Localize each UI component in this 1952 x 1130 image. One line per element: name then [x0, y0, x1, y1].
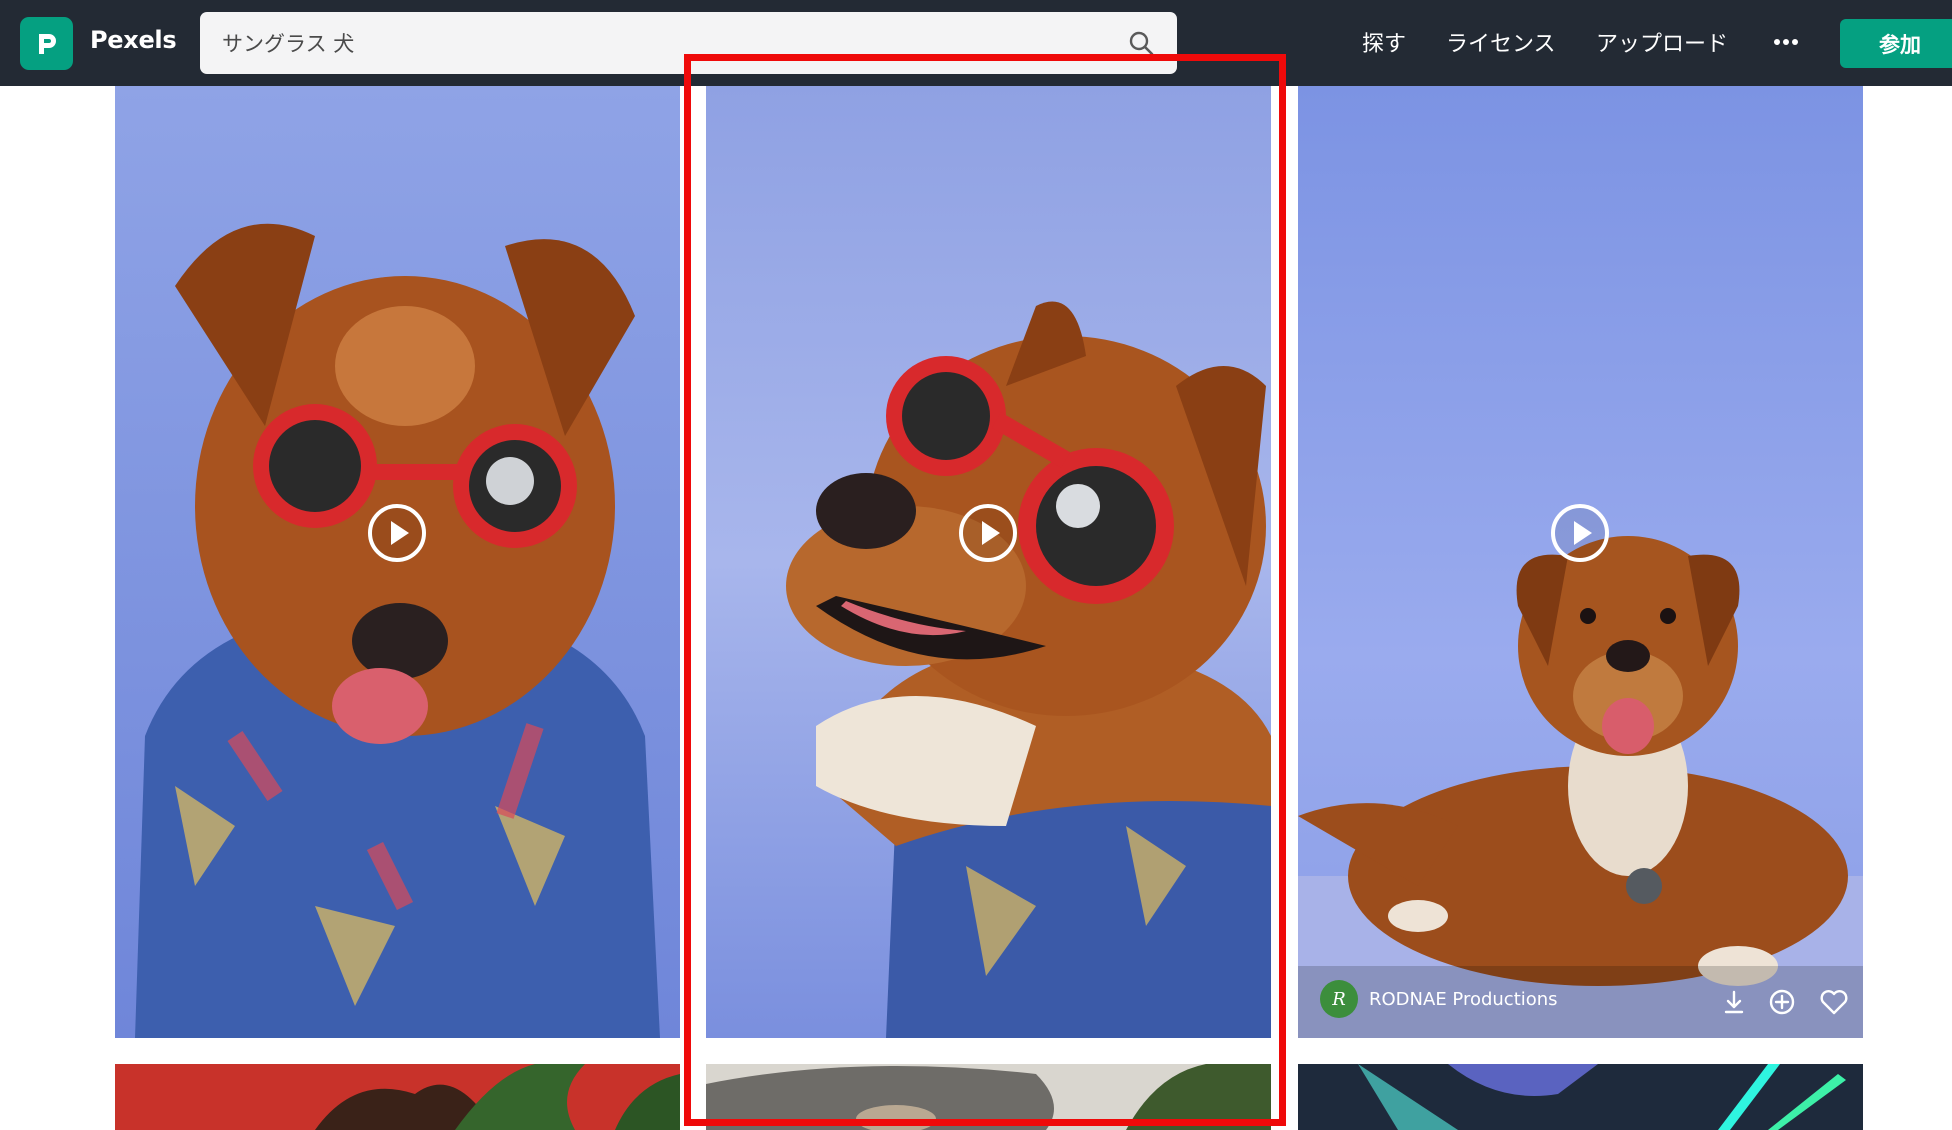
- dog-neon-thumbnail: [1298, 1064, 1863, 1130]
- nav-upload[interactable]: アップロード: [1596, 26, 1728, 58]
- search-input[interactable]: [222, 12, 1102, 74]
- video-card[interactable]: [706, 86, 1271, 1038]
- dog-side-goggles-thumbnail: [706, 86, 1271, 1038]
- photo-card[interactable]: [115, 1064, 680, 1130]
- add-collection-icon[interactable]: [1766, 986, 1798, 1018]
- search-bar: [200, 12, 1177, 74]
- play-button[interactable]: [368, 504, 426, 562]
- video-card[interactable]: [115, 86, 680, 1038]
- search-icon[interactable]: [1127, 29, 1155, 57]
- download-icon[interactable]: [1718, 986, 1750, 1018]
- pexels-logo-icon[interactable]: [20, 17, 73, 70]
- pet-bed-thumbnail: [706, 1064, 1271, 1130]
- author-avatar[interactable]: R: [1320, 980, 1358, 1018]
- like-icon[interactable]: [1818, 986, 1850, 1018]
- nav-explore[interactable]: 探す: [1362, 26, 1406, 58]
- more-options-icon[interactable]: [1770, 30, 1802, 54]
- play-button[interactable]: [959, 504, 1017, 562]
- dog-goggles-thumbnail: [115, 86, 680, 1038]
- dog-lying-thumbnail: [1298, 86, 1863, 1038]
- logo-text[interactable]: Pexels: [90, 26, 177, 54]
- top-navigation-bar: Pexels 探す ライセンス アップロード 参加: [0, 0, 1952, 86]
- play-button[interactable]: [1551, 504, 1609, 562]
- nav-license[interactable]: ライセンス: [1446, 26, 1556, 58]
- video-card[interactable]: R RODNAE Productions: [1298, 86, 1863, 1038]
- photo-card[interactable]: [1298, 1064, 1863, 1130]
- play-icon: [981, 521, 1000, 545]
- photo-card[interactable]: [706, 1064, 1271, 1130]
- video-info-overlay: R RODNAE Productions: [1298, 968, 1863, 1038]
- join-button[interactable]: 参加: [1840, 19, 1952, 68]
- play-icon: [390, 521, 409, 545]
- dog-red-background-thumbnail: [115, 1064, 680, 1130]
- author-name[interactable]: RODNAE Productions: [1369, 989, 1558, 1010]
- play-icon: [1573, 521, 1592, 545]
